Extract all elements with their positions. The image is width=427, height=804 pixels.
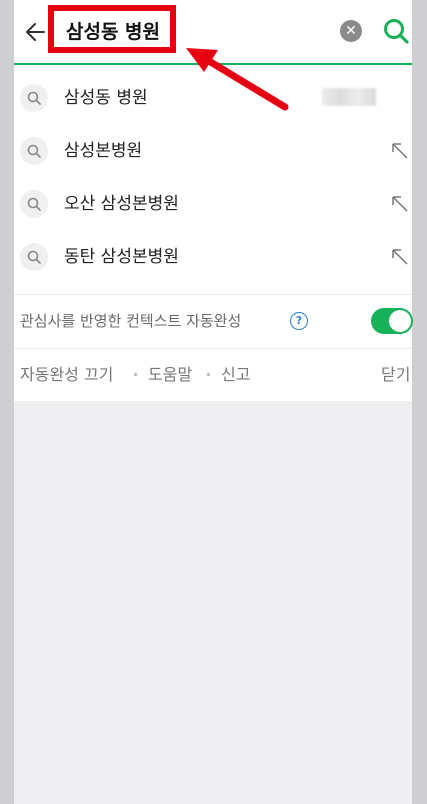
context-autocomplete-toggle[interactable] [371,308,413,334]
back-arrow-icon[interactable] [22,18,50,46]
phone-screen: 삼성동 병원 ✕ 삼성동 병원 삼성본병원 오산 삼성본병원 동탄 삼성본병원 … [14,0,413,804]
suggestion-item[interactable]: 오산 삼성본병원 [14,178,412,231]
suggestion-label: 삼성동 병원 [64,88,148,108]
footer-links: 자동완성 끄기 도움말 신고 닫기 [14,350,412,400]
close-link[interactable]: 닫기 [381,363,410,387]
autocomplete-off-link[interactable]: 자동완성 끄기 [20,363,113,387]
search-icon [20,243,48,271]
suggestion-label: 삼성본병원 [64,141,143,161]
annotation-highlight-box [48,5,176,53]
search-icon [20,137,48,165]
annotation-arrow-icon [186,48,289,111]
search-magnifier-icon[interactable] [382,17,410,45]
fill-arrow-icon[interactable] [388,139,412,163]
divider [14,294,412,295]
divider [14,348,412,349]
context-autocomplete-row: 관심사를 반영한 컨텍스트 자동완성 ? [14,297,413,347]
help-link[interactable]: 도움말 [148,363,192,387]
clear-x-icon[interactable]: ✕ [340,20,362,42]
report-link[interactable]: 신고 [221,363,250,387]
toggle-knob [389,310,411,332]
suggestion-label: 오산 삼성본병원 [64,194,179,214]
blurred-content [322,88,376,106]
search-icon [20,84,48,112]
help-icon[interactable]: ? [290,312,308,330]
separator-dot [134,373,137,376]
fill-arrow-icon[interactable] [388,245,412,269]
search-icon [20,190,48,218]
suggestion-item[interactable]: 삼성본병원 [14,125,412,178]
suggestion-item[interactable]: 동탄 삼성본병원 [14,231,412,284]
suggestion-label: 동탄 삼성본병원 [64,247,179,267]
fill-arrow-icon[interactable] [388,192,412,216]
separator-dot [207,373,210,376]
context-autocomplete-label: 관심사를 반영한 컨텍스트 자동완성 [20,312,242,330]
